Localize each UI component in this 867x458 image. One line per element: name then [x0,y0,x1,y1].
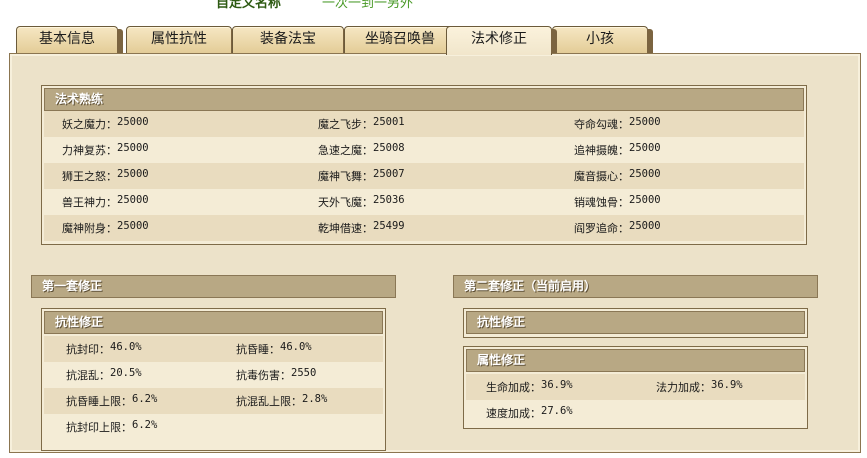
list-item: 生命加成： 36.9% 法力加成： 36.9% [466,374,805,400]
skill-list: 妖之魔力： 25000 魔之飞步： 25001 夺命勾魂： 25000 力神复苏： 25… [44,111,804,241]
header-subtitle: 一次一到一另外 [322,0,414,10]
set2-resist-title: 抗性修正 [466,311,805,334]
tab-attribute-resist[interactable]: 属性抗性 [126,26,237,53]
list-item: 速度加成： 27.6% [466,400,805,426]
list-item: 抗混乱： 20.5% 抗毒伤害： 2550 [44,362,383,388]
set1-resist-panel: 抗性修正 抗封印： 46.0% 抗昏睡： 46.0% 抗混乱： 20.5% 抗毒伤害：… [41,308,386,451]
list-item: 抗封印上限： 6.2% [44,414,383,440]
tab-equipment[interactable]: 装备法宝 [232,26,349,53]
list-item: 魔神附身： 25000 乾坤借速： 25499 阎罗追命： 25000 [44,215,804,241]
tab-spell-correction[interactable]: 法术修正 [446,26,557,55]
tab-mount-summon[interactable]: 坐骑召唤兽 [344,26,461,53]
tab-basic-info[interactable]: 基本信息 [16,26,123,53]
top-header-strip: 自定义名称 一次一到一另外 [0,0,867,10]
set1-resist-list: 抗封印： 46.0% 抗昏睡： 46.0% 抗混乱： 20.5% 抗毒伤害： 2550 … [44,336,383,440]
set2-attr-title: 属性修正 [466,349,805,372]
header-title: 自定义名称 [216,0,282,10]
set1-title: 第一套修正 [31,275,396,298]
skill-proficiency-title: 法术熟练 [44,88,804,111]
tab-bar: 基本信息 属性抗性 装备法宝 坐骑召唤兽 法术修正 小孩 [16,26,676,55]
list-item: 狮王之怒： 25000 魔神飞舞： 25007 魔音摄心： 25000 [44,163,804,189]
set2-attr-panel: 属性修正 生命加成： 36.9% 法力加成： 36.9% 速度加成： 27.6% [463,346,808,429]
list-item: 兽王神力： 25000 天外飞魔： 25036 销魂蚀骨： 25000 [44,189,804,215]
tab-child[interactable]: 小孩 [552,26,653,53]
set2-title: 第二套修正（当前启用） [453,275,818,298]
set2-resist-panel: 抗性修正 [463,308,808,338]
set2-attr-list: 生命加成： 36.9% 法力加成： 36.9% 速度加成： 27.6% [466,374,805,426]
list-item: 力神复苏： 25000 急速之魔： 25008 追神摄魄： 25000 [44,137,804,163]
list-item: 抗封印： 46.0% 抗昏睡： 46.0% [44,336,383,362]
content-area: 法术熟练 妖之魔力： 25000 魔之飞步： 25001 夺命勾魂： 25000 力神… [9,53,861,453]
set1-resist-title: 抗性修正 [44,311,383,334]
skill-proficiency-panel: 法术熟练 妖之魔力： 25000 魔之飞步： 25001 夺命勾魂： 25000 力神… [41,85,807,245]
list-item: 妖之魔力： 25000 魔之飞步： 25001 夺命勾魂： 25000 [44,111,804,137]
list-item: 抗昏睡上限： 6.2% 抗混乱上限： 2.8% [44,388,383,414]
